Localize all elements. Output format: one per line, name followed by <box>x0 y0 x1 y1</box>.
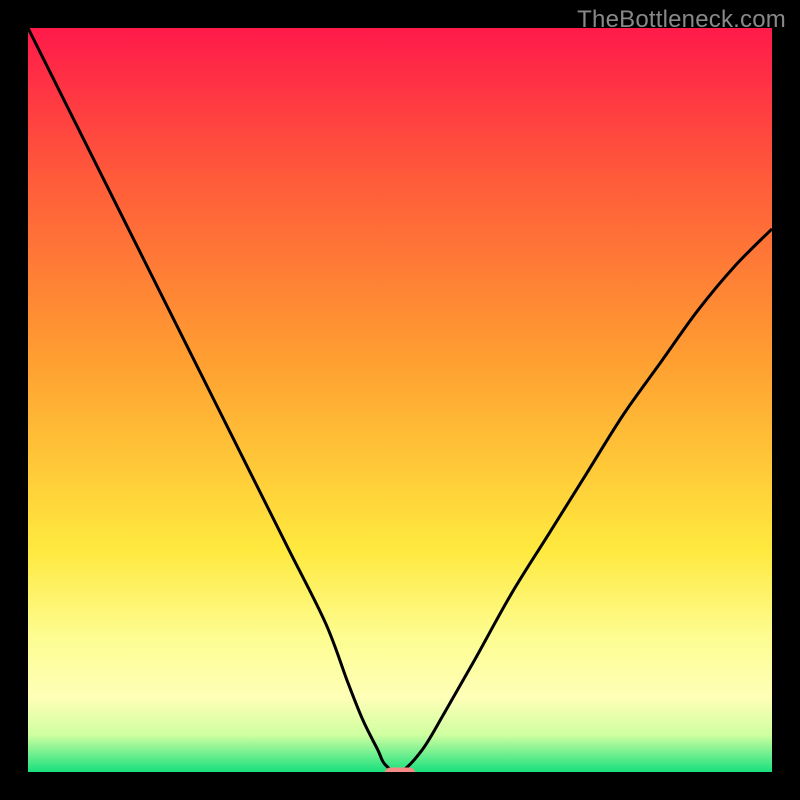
plot-area <box>28 28 772 772</box>
chart-frame: TheBottleneck.com <box>0 0 800 800</box>
optimum-marker <box>385 768 415 772</box>
gradient-background <box>28 28 772 772</box>
bottleneck-chart <box>28 28 772 772</box>
